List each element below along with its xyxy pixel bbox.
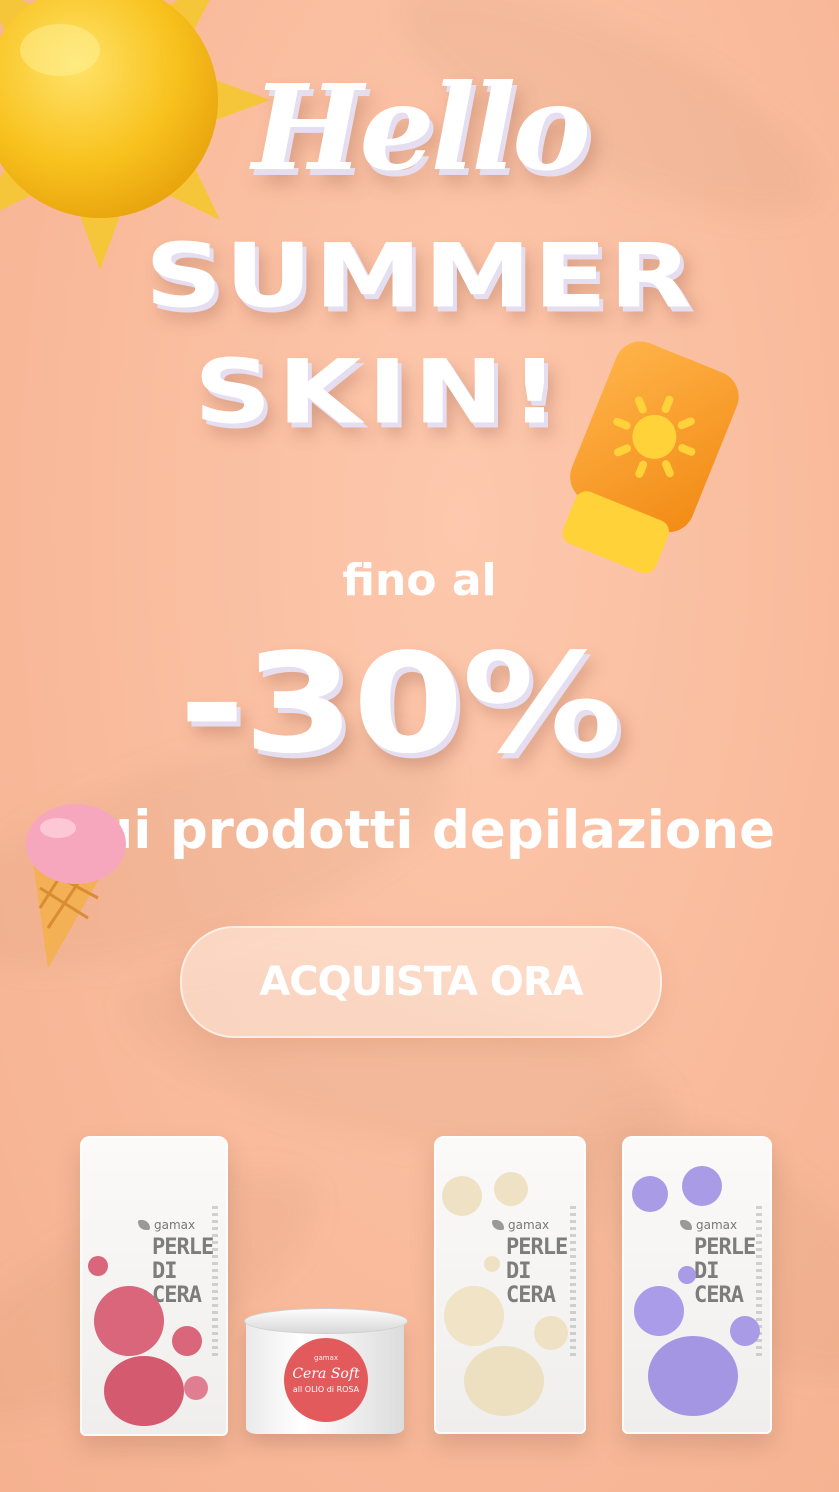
summer-promo-banner: Hello SUMMER SKIN! fino al -30% sui prod… — [0, 0, 839, 1492]
product-brand: gamax — [679, 1218, 738, 1232]
ice-cream-icon — [26, 804, 126, 968]
shop-now-label: ACQUISTA ORA — [259, 959, 583, 1005]
product-natural-wax-beads[interactable]: gamax PERLE DI CERA — [434, 1136, 586, 1434]
product-soft-wax-tin[interactable]: gamax Cera Soft all OLIO di ROSA — [244, 1308, 408, 1434]
product-brand: gamax — [137, 1218, 196, 1232]
summer-heading: SUMMER — [144, 225, 695, 328]
sunscreen-icon — [562, 341, 739, 574]
product-brand: gamax — [491, 1218, 550, 1232]
hello-heading: Hello — [252, 58, 591, 197]
product-pink-wax-beads[interactable]: gamax PERLE DI CERA — [80, 1136, 228, 1436]
discount-value: -30% — [178, 623, 622, 784]
offer-prefix: fino al — [342, 555, 497, 606]
tin-label: gamax Cera Soft all OLIO di ROSA — [284, 1338, 368, 1422]
product-lavender-wax-beads[interactable]: gamax PERLE DI CERA — [622, 1136, 772, 1434]
shop-now-button[interactable]: ACQUISTA ORA — [180, 926, 662, 1038]
